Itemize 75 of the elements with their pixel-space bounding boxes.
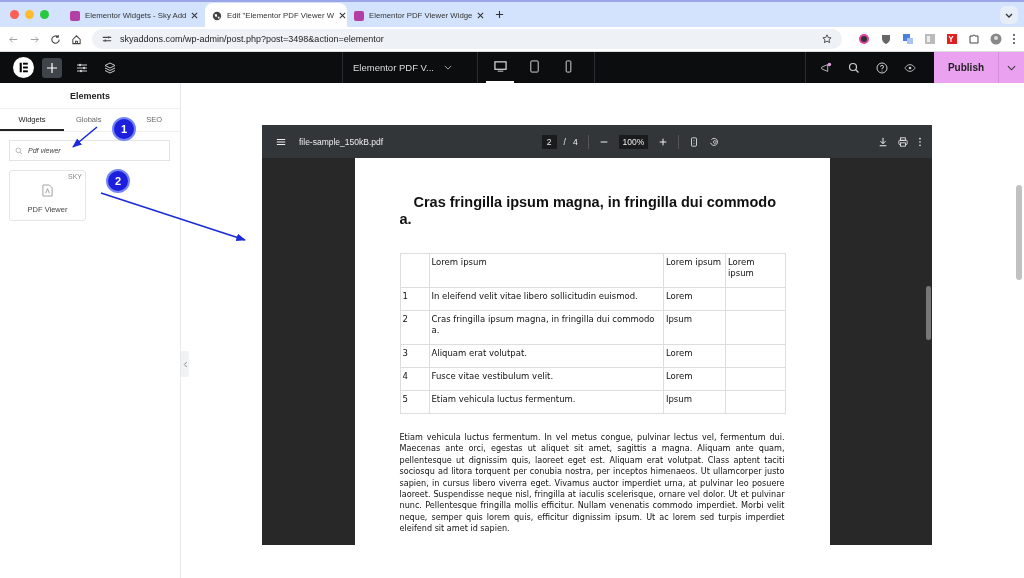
close-icon[interactable] [191, 12, 199, 19]
table-cell: Etiam vehicula luctus fermentum. [431, 394, 576, 404]
logo-icon [354, 10, 364, 21]
add-element-button[interactable] [42, 57, 62, 78]
panel-title: Elements [0, 83, 180, 109]
zoom-in-icon[interactable] [658, 136, 669, 147]
home-icon[interactable] [71, 33, 82, 45]
download-icon[interactable] [878, 136, 888, 147]
help-icon[interactable] [876, 61, 888, 74]
scrollbar-thumb[interactable] [926, 286, 931, 340]
table-header: Lorem ipsum [431, 257, 487, 267]
caret-icon [443, 65, 452, 70]
arrow [72, 126, 98, 148]
layers-icon[interactable] [104, 61, 116, 74]
site-settings-icon[interactable] [102, 34, 112, 44]
file-name: file-sample_150kB.pdf [299, 136, 384, 147]
step-marker: 1 [112, 117, 136, 141]
scrollbar-thumb[interactable] [1016, 185, 1022, 280]
bookmark-star-icon[interactable] [822, 34, 832, 44]
table-cell: Ipsum [665, 394, 692, 404]
profile-avatar-icon[interactable] [990, 33, 1002, 45]
table-cell: Lorem [665, 291, 693, 301]
table-cell: Aliquam erat volutpat. [431, 348, 527, 358]
publish-button[interactable]: Publish [934, 52, 998, 83]
rotate-icon[interactable] [709, 136, 720, 147]
megaphone-icon[interactable] [820, 61, 832, 74]
close-icon[interactable] [477, 12, 485, 19]
more-icon[interactable] [1012, 33, 1016, 45]
table-cell: 2 [402, 314, 408, 324]
chevron-left-icon [182, 360, 188, 368]
document-title-dropdown[interactable]: Elementor PDF V... [353, 62, 452, 73]
logo-icon [70, 10, 80, 21]
print-icon[interactable] [898, 136, 908, 147]
tab-list-icon[interactable] [1000, 5, 1018, 24]
puzzle-icon[interactable] [968, 33, 980, 45]
extension-icon[interactable] [858, 33, 870, 45]
table-cell: Ipsum [665, 314, 692, 324]
tablet-icon [527, 60, 541, 73]
table-header: Lorem ipsum [727, 257, 755, 278]
document-heading: Cras fringilla ipsum magna, in fringilla dui commodo a. [399, 194, 778, 228]
search-icon [15, 147, 23, 155]
menu-icon[interactable] [276, 136, 286, 147]
globe-icon [212, 10, 222, 21]
body-paragraph: Etiam vehicula luctus fermentum. In vel metus congue, pulvinar lectus vel, fermentum dui. Maecenas ante orci, egestas ut aliquet sit amet, sagittis a magna. Aliquam ante quam, pellentesque ut dignissim quis, laoreet eget est. Aliquam erat volutpat. Class aptent taciti sociosqu ad litora torquent per conubia nostra, per inceptos himenaeos. Ut ullamcorper justo sapien, in cursus libero viverra eget. Vivamus auctor imperdiet urna, at pulvinar leo posuere laoreet. Suspendisse neque nisl, fringilla at iaculis scelerisque, ornare vel dolor. Ut et pulvinar nunc. Pellentesque fringilla mollis efficitur. Nullam venenatis commodo imperdiet. Morbi velit neque, semper quis lorem quis, efficitur dignissim ipsum. Ut ac lorem sed turpis imperdiet eleifend sit amet id sapien. [399, 432, 785, 535]
search-icon[interactable] [848, 61, 860, 74]
page-separator: / [563, 136, 566, 147]
table-cell: 5 [402, 394, 408, 404]
address-bar[interactable]: skyaddons.com/wp-admin/post.php?post=3498&action=elementor [92, 29, 842, 49]
table-cell: Cras fringilla ipsum magna, in fringilla dui commodo a. [431, 314, 655, 335]
desktop-icon [493, 60, 507, 73]
settings-sliders-icon[interactable] [76, 61, 88, 74]
new-tab-icon[interactable] [495, 10, 504, 19]
caret-icon [1007, 64, 1016, 71]
step-marker: 2 [106, 169, 130, 193]
translate-icon[interactable] [902, 33, 914, 45]
table-cell: In eleifend velit vitae libero sollicitudin euismod. [431, 291, 638, 301]
shield-icon[interactable] [880, 33, 892, 45]
table-header: Lorem ipsum [665, 257, 722, 267]
page-number-field[interactable]: 2 [541, 134, 557, 149]
table-cell: 3 [402, 348, 408, 358]
zoom-field[interactable]: 100% [618, 134, 649, 149]
page-count: 4 [572, 136, 578, 147]
table-cell: Fusce vitae vestibulum velit. [431, 371, 554, 381]
table-cell: Lorem [665, 348, 693, 358]
preview-eye-icon[interactable] [904, 61, 916, 74]
logo-icon[interactable] [13, 57, 34, 78]
table-cell: Lorem [665, 371, 693, 381]
close-icon[interactable] [339, 12, 347, 19]
table-cell: 1 [402, 291, 408, 301]
reload-icon[interactable] [50, 33, 61, 45]
more-icon[interactable] [918, 136, 922, 147]
plus-icon [47, 62, 57, 73]
table-cell: 4 [402, 371, 408, 381]
fit-page-icon[interactable] [689, 136, 700, 147]
pdf-file-icon [42, 183, 53, 197]
